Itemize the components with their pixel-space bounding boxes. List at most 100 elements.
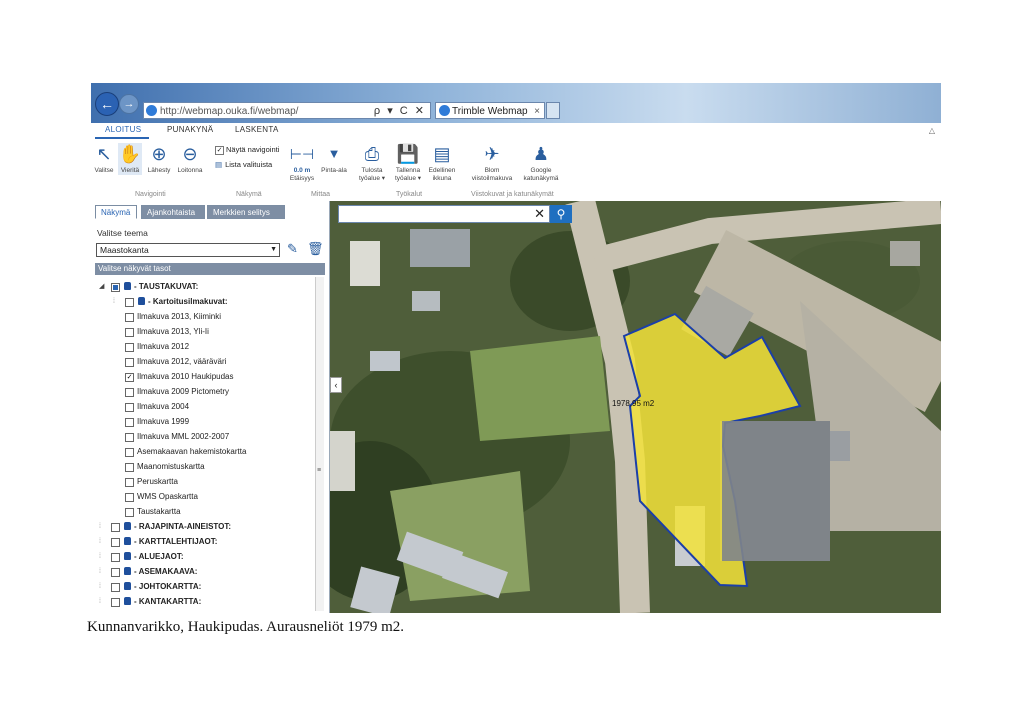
collapse-panel-button[interactable]: ‹	[330, 377, 342, 393]
tab-ajankohtaista[interactable]: Ajankohtaista	[141, 205, 205, 219]
zoom-in-button[interactable]: ⊕ Lähesty	[146, 143, 172, 175]
oblique-image-label: Blom viistoilmakuva	[471, 167, 513, 182]
tab-close-button[interactable]: ×	[534, 103, 540, 120]
area-button[interactable]: ▼ Pinta-ala	[319, 143, 349, 175]
tab-punakyna[interactable]: PUNAKYNÄ	[167, 125, 213, 134]
layer-checkbox[interactable]	[111, 568, 120, 577]
layer-row[interactable]: ✓ Ilmakuva 2010 Haukipudas	[91, 369, 313, 384]
layer-checkbox[interactable]: ✓	[125, 373, 134, 382]
layer-label: Maanomistuskartta	[137, 462, 205, 471]
back-button[interactable]: ←	[95, 92, 119, 116]
layer-checkbox[interactable]	[125, 508, 134, 517]
layer-checkbox[interactable]	[125, 448, 134, 457]
tab-nakyma[interactable]: Näkymä	[95, 205, 137, 219]
collapse-ribbon-icon[interactable]: △	[929, 126, 935, 135]
street-view-button[interactable]: ♟ Google katunäkymä	[519, 143, 563, 183]
lock-icon	[124, 282, 131, 290]
layer-row[interactable]: Ilmakuva 2012	[91, 339, 313, 354]
layer-row[interactable]: WMS Opaskartta	[91, 489, 313, 504]
layer-checkbox[interactable]	[125, 463, 134, 472]
layer-row[interactable]: ⁞ - KARTTALEHTIJAOT:	[91, 534, 313, 549]
area-measurement-label: 1978,95 m2	[612, 399, 655, 408]
layer-row[interactable]: Peruskartta	[91, 474, 313, 489]
expand-icon[interactable]: ◢	[99, 279, 104, 294]
layer-row[interactable]: ⁞ - ALUEJAOT:	[91, 549, 313, 564]
layer-checkbox[interactable]	[125, 493, 134, 502]
layer-checkbox[interactable]	[125, 298, 134, 307]
layer-row[interactable]: Ilmakuva 2013, Kiiminki	[91, 309, 313, 324]
selection-list-label: Lista valituista	[225, 160, 273, 169]
zoom-out-button[interactable]: ⊖ Loitonna	[175, 143, 205, 175]
layer-checkbox[interactable]	[111, 283, 120, 292]
layer-checkbox[interactable]	[125, 358, 134, 367]
previous-window-label: Edellinen ikkuna	[428, 167, 456, 182]
layer-checkbox[interactable]	[111, 523, 120, 532]
layer-checkbox[interactable]	[125, 313, 134, 322]
layer-checkbox[interactable]	[125, 433, 134, 442]
street-view-label: Google katunäkymä	[523, 167, 559, 182]
oblique-image-button[interactable]: ✈ Blom viistoilmakuva	[469, 143, 515, 183]
distance-button[interactable]: ⊢⊣ 0.0 m Etäisyys	[287, 143, 317, 183]
address-tools[interactable]: ρ ▾ C ✕	[374, 103, 426, 120]
forward-button[interactable]: →	[119, 94, 139, 114]
layers-header: Valitse näkyvät tasot	[95, 263, 325, 275]
map-search-input[interactable]: ✕	[338, 205, 550, 223]
layer-checkbox[interactable]	[125, 403, 134, 412]
list-icon: ▤	[215, 160, 223, 169]
print-button[interactable]: ⎙ Tulosta työalue ▾	[356, 143, 388, 183]
search-button[interactable]: ⚲	[550, 205, 572, 223]
layer-checkbox[interactable]	[111, 553, 120, 562]
clear-search-icon[interactable]: ✕	[534, 207, 545, 221]
select-button[interactable]: ↖ Valitse	[93, 143, 115, 175]
layer-row[interactable]: Ilmakuva 2012, vääräväri	[91, 354, 313, 369]
selection-list-button[interactable]: ▤ Lista valituista	[215, 160, 272, 169]
tree-connector: ⁞	[99, 568, 101, 575]
layer-row[interactable]: Ilmakuva 2013, Yli-Ii	[91, 324, 313, 339]
browser-tab[interactable]: Trimble Webmap ×	[435, 102, 545, 119]
layer-row[interactable]: Taustakartta	[91, 504, 313, 519]
tree-connector: ⁞	[99, 523, 101, 530]
zoom-out-label: Loitonna	[177, 167, 203, 174]
layer-row[interactable]: ⁞ - KANTAKARTTA:	[91, 594, 313, 609]
tab-aloitus[interactable]: ALOITUS	[105, 125, 141, 134]
layer-row[interactable]: Ilmakuva 2009 Pictometry	[91, 384, 313, 399]
layer-row[interactable]: ◢ - TAUSTAKUVAT:	[91, 279, 313, 294]
layer-checkbox[interactable]	[125, 328, 134, 337]
layer-row[interactable]: Maanomistuskartta	[91, 459, 313, 474]
tab-laskenta[interactable]: LASKENTA	[235, 125, 279, 134]
layer-row[interactable]: ⁞ - RAJAPINTA-AINEISTOT:	[91, 519, 313, 534]
layer-row[interactable]: Asemakaavan hakemistokartta	[91, 444, 313, 459]
previous-window-button[interactable]: ▤ Edellinen ikkuna	[427, 143, 457, 183]
layer-checkbox[interactable]	[125, 343, 134, 352]
trash-icon[interactable]: 🗑	[307, 241, 324, 257]
pan-label: Vieritä	[120, 167, 140, 174]
layer-label: - RAJAPINTA-AINEISTOT:	[134, 522, 232, 531]
select-label: Valitse	[94, 167, 114, 174]
pan-button[interactable]: ✋ Vieritä	[118, 143, 142, 175]
theme-select[interactable]: Maastokanta ▼	[96, 243, 280, 257]
layer-checkbox[interactable]	[125, 418, 134, 427]
layer-checkbox[interactable]	[111, 598, 120, 607]
new-tab-button[interactable]	[546, 102, 560, 119]
layer-checkbox[interactable]	[111, 538, 120, 547]
theme-edit-icon[interactable]: ✎	[287, 241, 298, 257]
layer-row[interactable]: Ilmakuva 2004	[91, 399, 313, 414]
layer-checkbox[interactable]	[125, 478, 134, 487]
save-button[interactable]: 💾 Tallenna työalue ▾	[391, 143, 425, 183]
layer-row[interactable]: Ilmakuva MML 2002-2007	[91, 429, 313, 444]
tab-merkkien-selitys[interactable]: Merkkien selitys	[207, 205, 285, 219]
distance-value: 0.0 m	[293, 167, 311, 174]
show-navigation-checkbox[interactable]: ✓ Näytä navigointi	[215, 145, 279, 155]
layer-row[interactable]: ⁞ - Kartoitusilmakuvat:	[91, 294, 313, 309]
layer-row[interactable]: ⁞ - ASEMAKAAVA:	[91, 564, 313, 579]
address-bar[interactable]: http://webmap.ouka.fi/webmap/ ρ ▾ C ✕	[143, 102, 431, 119]
layer-label: - ASEMAKAAVA:	[134, 567, 198, 576]
layer-row[interactable]: Ilmakuva 1999	[91, 414, 313, 429]
layer-row[interactable]: ⁞ - JOHTOKARTTA:	[91, 579, 313, 594]
layer-checkbox[interactable]	[125, 388, 134, 397]
map-view[interactable]: ✕ ⚲ ‹ 1978,95 m2	[330, 201, 941, 613]
layer-tree-scrollbar[interactable]: ≡	[315, 277, 324, 611]
layer-checkbox[interactable]	[111, 583, 120, 592]
layer-label: Asemakaavan hakemistokartta	[137, 447, 247, 456]
tree-connector: ⁞	[113, 298, 115, 305]
